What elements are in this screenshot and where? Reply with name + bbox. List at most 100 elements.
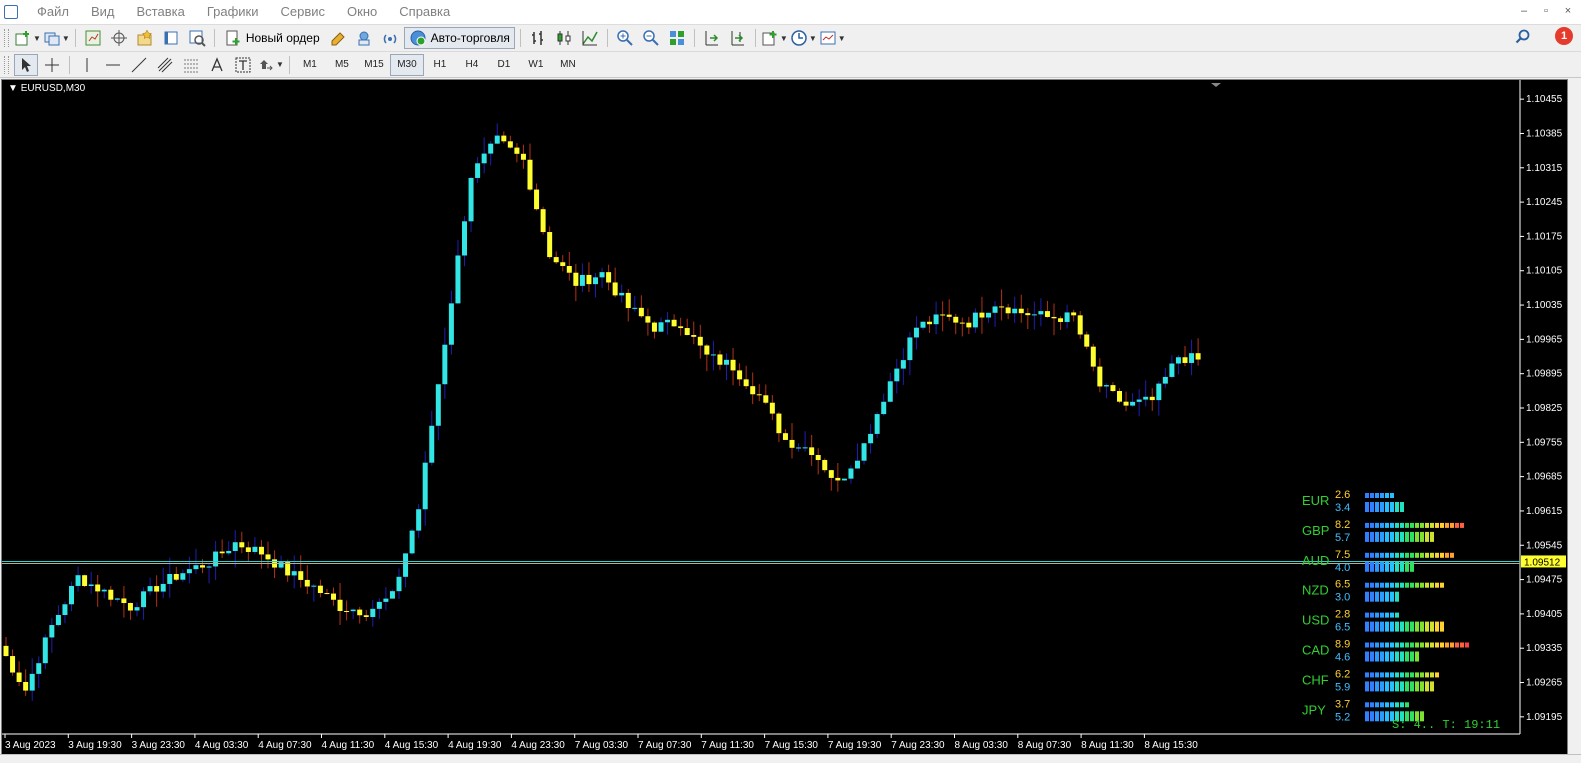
trendline-icon	[131, 57, 147, 72]
crosshair-button[interactable]	[40, 54, 64, 76]
new-order-button[interactable]: Новый ордер	[220, 27, 324, 49]
strength-bar-top-segment	[1395, 642, 1399, 648]
tile-windows-button[interactable]	[665, 27, 689, 49]
candle-body	[841, 478, 847, 481]
bar-chart-button[interactable]	[526, 27, 550, 49]
new-chart-icon	[15, 31, 29, 46]
timeframe-m5[interactable]: M5	[326, 55, 358, 75]
new-chart-button[interactable]: ▼	[14, 27, 41, 49]
menu-help[interactable]: Справка	[388, 0, 461, 24]
strength-bar-bottom-segment	[1370, 502, 1374, 512]
metaeditor-icon	[331, 32, 345, 46]
price-tick-label: 1.09545	[1526, 540, 1563, 551]
arrows-button[interactable]: ▼	[257, 54, 284, 76]
strength-bar-bottom-segment	[1410, 651, 1414, 662]
strategy-tester-button[interactable]	[185, 27, 209, 49]
candle-body	[213, 551, 219, 567]
candle-body	[815, 455, 821, 461]
text-button[interactable]	[205, 54, 229, 76]
cursor-button[interactable]	[14, 53, 38, 76]
candle-body	[448, 303, 454, 345]
timeframe-mn[interactable]: MN	[552, 55, 584, 75]
candle-body	[920, 321, 926, 328]
timeframe-h4[interactable]: H4	[456, 55, 488, 75]
menu-tools[interactable]: Сервис	[270, 0, 337, 24]
candle-body	[42, 637, 48, 664]
candle-body	[101, 589, 107, 592]
profiles-button[interactable]: ▼	[43, 27, 70, 49]
notification-badge[interactable]: 1	[1555, 27, 1573, 45]
signals-button[interactable]	[378, 27, 402, 49]
price-chart[interactable]: 1.10455 1.10385 1.10315 1.10245 1.10175 1.101…	[2, 80, 1567, 754]
candle-body	[10, 656, 16, 673]
restore-button[interactable]: ▫	[1539, 4, 1553, 18]
timeframe-m15[interactable]: M15	[358, 55, 390, 75]
candle-body	[1084, 334, 1090, 347]
candle-body	[822, 460, 828, 471]
candle-body	[481, 153, 487, 164]
signals-icon	[383, 34, 396, 44]
data-window-button[interactable]	[107, 27, 131, 49]
timeframe-w1[interactable]: W1	[520, 55, 552, 75]
candle-body	[455, 255, 461, 304]
close-button[interactable]: ×	[1561, 4, 1575, 18]
equidistant-channel-button[interactable]	[153, 54, 177, 76]
metaeditor-button[interactable]	[326, 27, 350, 49]
timeframe-m1[interactable]: M1	[294, 55, 326, 75]
strength-bar-top-segment	[1430, 552, 1434, 558]
candle-body	[763, 395, 769, 403]
candlestick-button[interactable]	[552, 27, 576, 49]
zoom-in-button[interactable]	[613, 27, 637, 49]
indicators-button[interactable]: ▼	[761, 27, 788, 49]
strength-bar-bottom-segment	[1440, 621, 1444, 632]
zoom-out-button[interactable]	[639, 27, 663, 49]
trendline-button[interactable]	[127, 54, 151, 76]
strength-value-1: 2.6	[1335, 489, 1350, 501]
menu-file[interactable]: Файл	[26, 0, 80, 24]
market-button[interactable]	[352, 27, 376, 49]
navigator-button[interactable]	[133, 27, 157, 49]
candle-body	[855, 460, 860, 469]
chart-shift-button[interactable]	[700, 27, 724, 49]
toolbar-grip[interactable]	[4, 55, 9, 74]
minimize-button[interactable]: –	[1517, 4, 1531, 18]
toolbar-grip[interactable]	[4, 29, 9, 47]
menu-insert[interactable]: Вставка	[126, 0, 196, 24]
menu-window[interactable]: Окно	[336, 0, 388, 24]
timeframe-m30[interactable]: M30	[389, 53, 424, 76]
strength-bar-top-segment	[1400, 552, 1404, 558]
strength-bar-top-segment	[1385, 493, 1389, 498]
line-chart-button[interactable]	[578, 27, 602, 49]
strength-bar-top-segment	[1380, 672, 1384, 678]
periods-button[interactable]: ▼	[790, 27, 817, 49]
candle-body	[802, 447, 808, 449]
fibonacci-button[interactable]	[179, 54, 203, 76]
strength-bar-bottom-segment	[1395, 591, 1399, 602]
candle-body	[999, 306, 1005, 308]
strength-value-2: 5.9	[1335, 681, 1350, 693]
clock-icon	[791, 30, 807, 46]
text-label-button[interactable]	[231, 54, 255, 76]
timeframe-d1[interactable]: D1	[488, 55, 520, 75]
terminal-button[interactable]	[159, 27, 183, 49]
horizontal-line-button[interactable]	[101, 54, 125, 76]
candle-body	[789, 439, 795, 448]
candle-body	[324, 593, 330, 595]
autoscroll-button[interactable]	[726, 27, 750, 49]
autotrading-button[interactable]: Авто-торговля	[403, 27, 515, 49]
time-tick-label: 4 Aug 19:30	[448, 740, 502, 751]
chart-window[interactable]: 1.10455 1.10385 1.10315 1.10245 1.10175 1.101…	[1, 79, 1568, 755]
candle-body	[180, 573, 186, 580]
menu-view[interactable]: Вид	[80, 0, 126, 24]
market-watch-button[interactable]	[81, 27, 105, 49]
vertical-line-button[interactable]	[75, 54, 99, 76]
search-icon[interactable]	[1515, 29, 1531, 45]
timeframe-h1[interactable]: H1	[424, 55, 456, 75]
menu-charts[interactable]: Графики	[196, 0, 270, 24]
price-tick-label: 1.09615	[1526, 506, 1563, 517]
bar-chart-icon	[531, 31, 543, 45]
templates-button[interactable]: ▼	[819, 27, 846, 49]
strength-value-1: 8.2	[1335, 519, 1350, 531]
candle-body	[258, 546, 264, 555]
zoom-out-icon	[643, 30, 659, 46]
